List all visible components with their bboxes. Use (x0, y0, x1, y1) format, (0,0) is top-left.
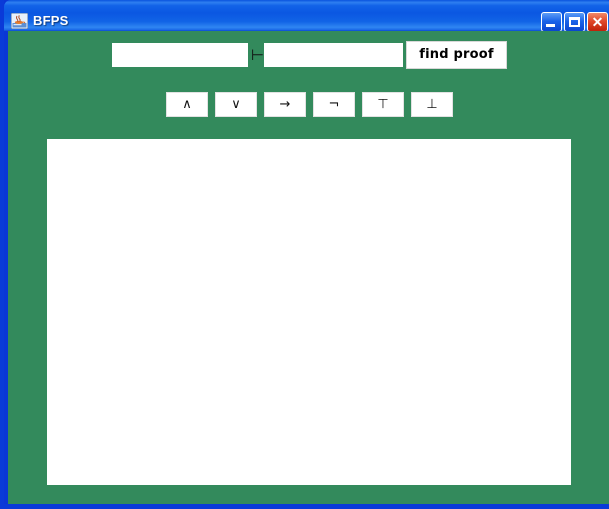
proof-output-text (49, 141, 569, 145)
client-area: ⊢ find proof ∧ ∨ → ¬ ⊤ ⊥ (8, 31, 609, 504)
operator-button-or[interactable]: ∨ (215, 92, 257, 117)
java-coffee-cup-icon (10, 12, 29, 30)
close-button[interactable]: ✕ (587, 12, 608, 31)
minimize-button[interactable] (541, 12, 562, 31)
title-bar[interactable]: BFPS ✕ (4, 0, 609, 31)
conclusion-input[interactable] (264, 43, 403, 67)
minimize-icon (546, 24, 555, 27)
title-bar-inner: BFPS ✕ (4, 4, 609, 31)
sequent-input-row: ⊢ find proof (8, 41, 609, 69)
maximize-icon (569, 17, 580, 27)
operator-button-row: ∧ ∨ → ¬ ⊤ ⊥ (8, 92, 609, 118)
turnstile-icon: ⊢ (251, 46, 265, 64)
premises-input[interactable] (112, 43, 248, 67)
operator-button-and[interactable]: ∧ (166, 92, 208, 117)
proof-output-panel[interactable] (47, 139, 571, 485)
application-window: BFPS ✕ ⊢ find proof ∧ ∨ → ¬ ⊤ ⊥ (0, 0, 609, 509)
window-controls: ✕ (541, 12, 608, 31)
operator-button-top[interactable]: ⊤ (362, 92, 404, 117)
operator-button-bottom[interactable]: ⊥ (411, 92, 453, 117)
operator-button-implies[interactable]: → (264, 92, 306, 117)
close-icon: ✕ (591, 14, 604, 30)
window-title: BFPS (33, 13, 69, 28)
operator-button-not[interactable]: ¬ (313, 92, 355, 117)
find-proof-button[interactable]: find proof (406, 41, 507, 69)
maximize-button[interactable] (564, 12, 585, 31)
